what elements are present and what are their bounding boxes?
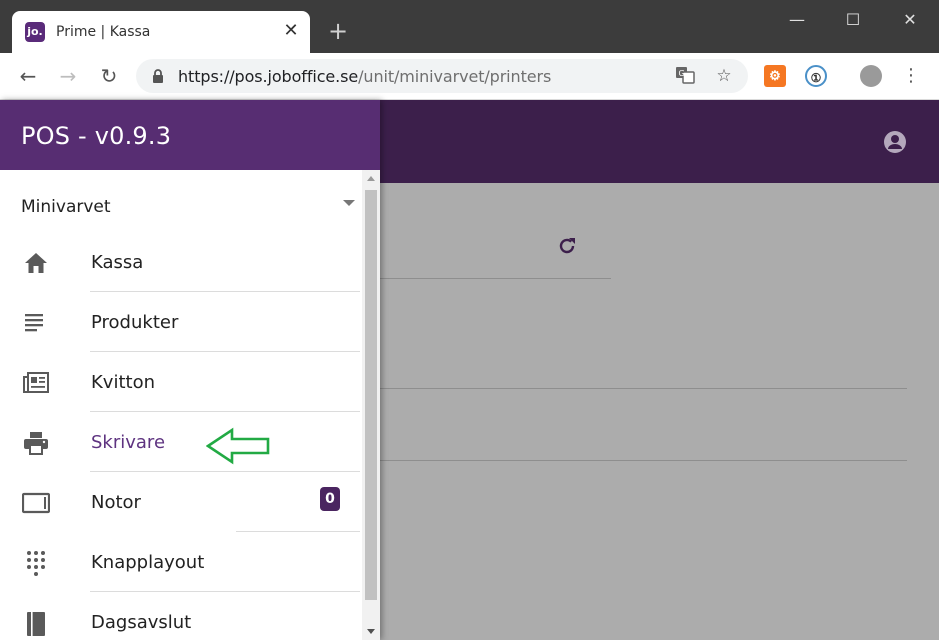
lock-icon bbox=[153, 69, 163, 83]
notor-count-badge: 0 bbox=[320, 487, 340, 511]
printer-icon bbox=[24, 432, 48, 455]
maximize-icon[interactable]: ☐ bbox=[838, 6, 868, 34]
navigation-drawer: POS - v0.9.3 Minivarvet Kassa Produkter bbox=[0, 100, 380, 640]
browser-tab[interactable]: jo. Prime | Kassa ✕ bbox=[12, 11, 310, 53]
browser-menu-icon[interactable]: ⋮ bbox=[897, 62, 925, 90]
newspaper-icon bbox=[23, 372, 49, 393]
book-icon bbox=[27, 612, 45, 636]
forward-icon[interactable]: → bbox=[54, 62, 82, 90]
menu-item-kvitton[interactable]: Kvitton bbox=[0, 352, 360, 412]
content-divider bbox=[380, 460, 907, 461]
menu-item-label: Skrivare bbox=[91, 432, 166, 453]
scrollbar-thumb[interactable] bbox=[365, 190, 377, 600]
menu-item-skrivare[interactable]: Skrivare bbox=[0, 412, 360, 472]
svg-text:G: G bbox=[679, 69, 685, 78]
address-bar[interactable]: https://pos.joboffice.se/unit/minivarvet… bbox=[136, 59, 748, 93]
browser-titlebar: jo. Prime | Kassa ✕ + — ☐ ✕ bbox=[0, 0, 939, 53]
menu-item-label: Kassa bbox=[91, 252, 144, 273]
minimize-icon[interactable]: — bbox=[782, 6, 812, 34]
menu-item-label: Knapplayout bbox=[91, 552, 205, 573]
menu-item-dagsavslut[interactable]: Dagsavslut bbox=[0, 592, 360, 640]
new-tab-icon[interactable]: + bbox=[326, 19, 350, 43]
content-divider bbox=[380, 388, 907, 389]
tab-title: Prime | Kassa bbox=[56, 24, 151, 40]
menu-item-label: Kvitton bbox=[91, 372, 155, 393]
arrow-left-icon bbox=[206, 427, 270, 465]
menu-item-label: Notor bbox=[91, 492, 141, 513]
profile-avatar-icon[interactable] bbox=[860, 65, 882, 87]
scroll-down-arrow-icon[interactable] bbox=[367, 629, 375, 634]
bookmark-star-icon[interactable]: ☆ bbox=[713, 65, 735, 87]
dropdown-arrow-icon bbox=[343, 200, 355, 206]
drawer-scrollbar[interactable] bbox=[362, 170, 380, 640]
scroll-up-arrow-icon[interactable] bbox=[367, 176, 375, 181]
password-extension-icon[interactable]: ① bbox=[805, 65, 827, 87]
tab-close-icon[interactable]: ✕ bbox=[280, 19, 302, 41]
account-icon[interactable] bbox=[884, 131, 906, 153]
favicon-icon: jo. bbox=[25, 22, 45, 42]
list-icon bbox=[25, 314, 43, 332]
translate-icon[interactable]: G bbox=[674, 65, 696, 87]
menu-item-label: Produkter bbox=[91, 312, 179, 333]
menu-item-label: Dagsavslut bbox=[91, 612, 192, 633]
content-divider bbox=[380, 278, 611, 279]
unit-selector[interactable]: Minivarvet bbox=[0, 188, 360, 224]
drawer-header: POS - v0.9.3 bbox=[0, 100, 380, 170]
tablet-icon bbox=[22, 492, 50, 514]
menu-item-notor[interactable]: Notor 0 bbox=[0, 472, 360, 532]
refresh-icon[interactable] bbox=[556, 235, 578, 257]
browser-toolbar: ← → ↻ https://pos.joboffice.se/unit/mini… bbox=[0, 53, 939, 100]
menu-item-knapplayout[interactable]: Knapplayout bbox=[0, 532, 360, 592]
menu-item-produkter[interactable]: Produkter bbox=[0, 292, 360, 352]
app-title: POS - v0.9.3 bbox=[21, 122, 172, 150]
hubspot-extension-icon[interactable]: ⚙ bbox=[764, 65, 786, 87]
home-icon bbox=[25, 253, 47, 273]
unit-label: Minivarvet bbox=[21, 197, 111, 217]
dialpad-icon bbox=[27, 551, 45, 576]
close-icon[interactable]: ✕ bbox=[895, 6, 925, 34]
url-text: https://pos.joboffice.se/unit/minivarvet… bbox=[178, 67, 552, 86]
reload-page-icon[interactable]: ↻ bbox=[95, 62, 123, 90]
menu-item-kassa[interactable]: Kassa bbox=[0, 232, 360, 292]
back-icon[interactable]: ← bbox=[14, 62, 42, 90]
